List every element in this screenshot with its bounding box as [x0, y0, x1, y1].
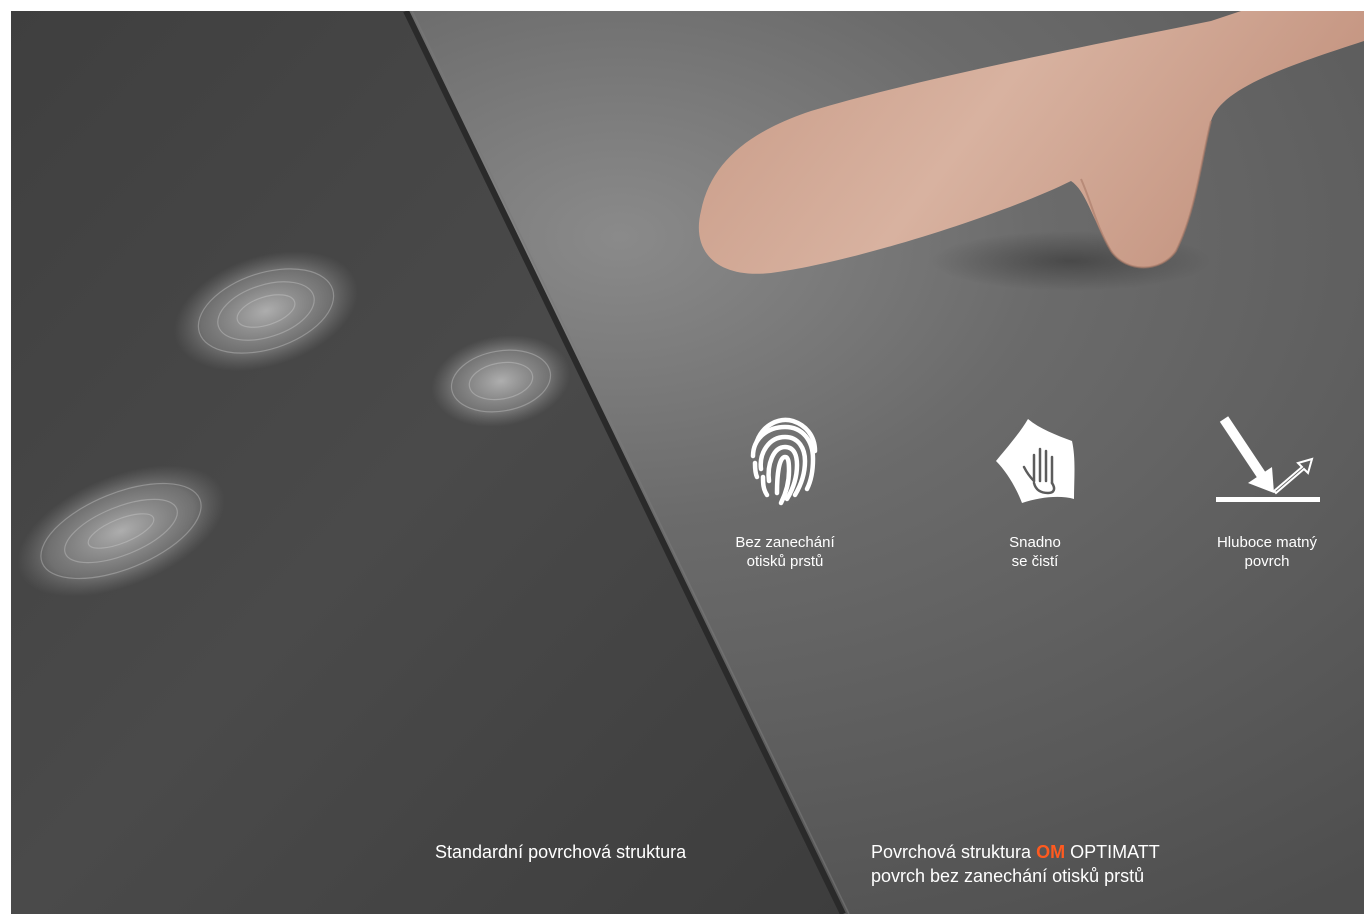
caption-optimatt-line1: Povrchová struktura OM OPTIMATT [871, 840, 1291, 864]
caption-optimatt-line2: povrch bez zanechání otisků prstů [871, 866, 1145, 886]
feature-no-fingerprints: Bez zanechání otisků prstů [705, 411, 865, 571]
feature-label-line2: otisků prstů [746, 553, 824, 570]
feature-label-line2: se čistí [1011, 553, 1059, 570]
caption-optimatt-surface: Povrchová struktura OM OPTIMATT povrch b… [871, 840, 1291, 888]
optimatt-accent-label: OM [1036, 842, 1066, 862]
cloth-wipe-hand-icon [955, 411, 1115, 521]
feature-label-line1: Hluboce matný [1216, 534, 1318, 551]
light-reflection-icon [1187, 411, 1347, 521]
caption-standard-surface: Standardní povrchová struktura [435, 842, 687, 862]
caption-optimatt-prefix: Povrchová struktura [871, 842, 1037, 862]
feature-deep-matt: Hluboce matný povrch [1187, 411, 1347, 571]
feature-label-line1: Bez zanechání [735, 534, 835, 551]
fingerprint-icon [705, 411, 865, 521]
feature-easy-clean: Snadno se čistí [955, 411, 1115, 571]
feature-label-line2: povrch [1244, 553, 1290, 570]
photo-scene: Bez zanechání otisků prstů Snadno se čis… [11, 11, 1364, 914]
feature-label-line1: Snadno [1009, 534, 1061, 551]
surface-photo [11, 11, 1364, 914]
caption-optimatt-suffix: OPTIMATT [1065, 842, 1160, 862]
